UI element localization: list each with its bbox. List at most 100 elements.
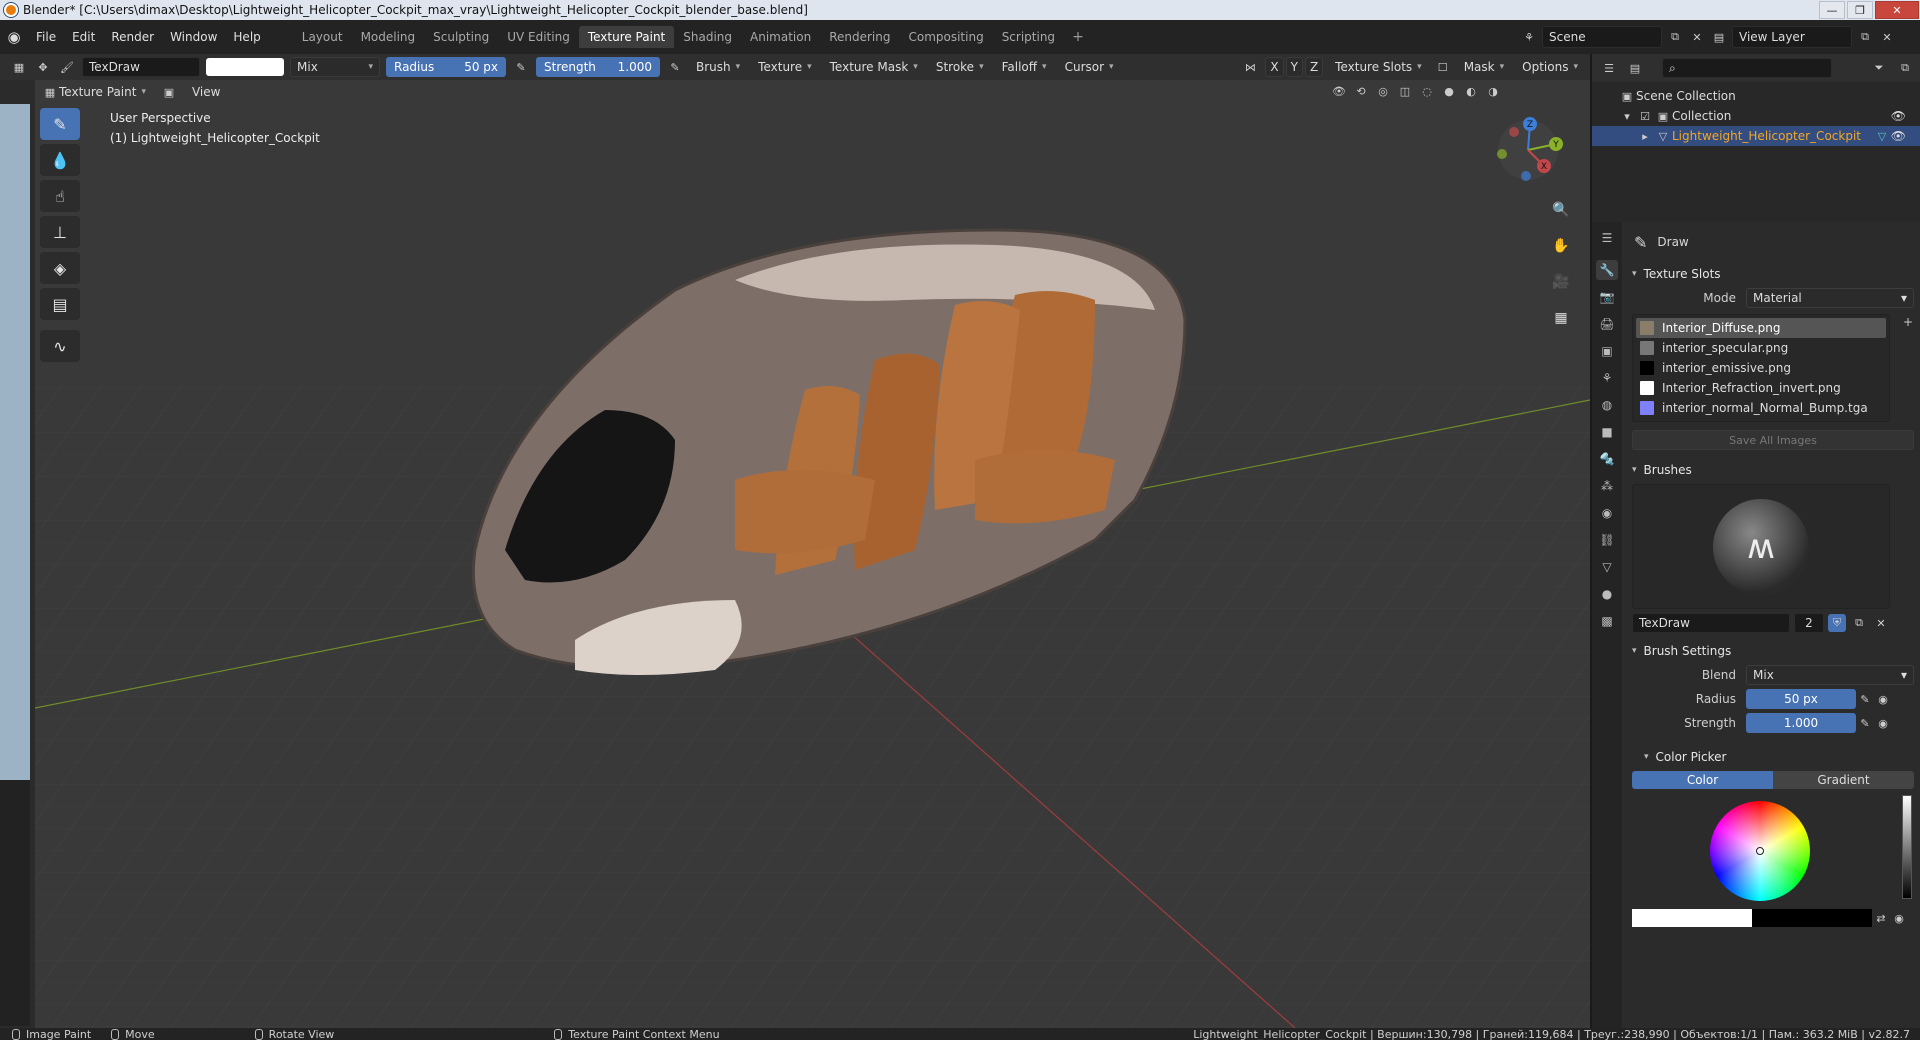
mode-dropdown[interactable]: ▦ Texture Paint ▾ — [35, 82, 152, 102]
camera-view-icon[interactable]: 🎥 — [1547, 268, 1575, 296]
checkbox-icon[interactable]: ☑ — [1636, 107, 1654, 125]
visibility-icon[interactable]: 👁 — [1330, 82, 1348, 100]
blend-dropdown[interactable]: Mix ▾ — [290, 57, 380, 77]
delete-scene-icon[interactable]: ✕ — [1688, 28, 1706, 46]
soften-tool[interactable]: 💧 — [40, 144, 80, 176]
eye-icon[interactable]: 👁 — [1891, 109, 1906, 123]
color-picker-header[interactable]: ▾ Color Picker — [1626, 745, 1920, 769]
texture-slot-item[interactable]: interior_normal_Normal_Bump.tga — [1636, 398, 1886, 418]
texture-slot-item[interactable]: interior_specular.png — [1636, 338, 1886, 358]
gizmo-toggle-icon[interactable]: ⟲ — [1352, 82, 1370, 100]
wireframe-shading-icon[interactable]: ◌ — [1418, 82, 1436, 100]
strength-pressure-icon[interactable]: ✎ — [666, 58, 684, 76]
new-view-layer-icon[interactable]: ⧉ — [1856, 28, 1874, 46]
3d-viewport[interactable] — [35, 80, 1590, 1028]
texture-slot-item[interactable]: Interior_Diffuse.png — [1636, 318, 1886, 338]
delete-view-layer-icon[interactable]: ✕ — [1878, 28, 1896, 46]
axis-z-toggle[interactable]: Z — [1304, 57, 1324, 77]
tab-uv-editing[interactable]: UV Editing — [498, 26, 579, 48]
tab-modeling[interactable]: Modeling — [352, 26, 425, 48]
tab-sculpting[interactable]: Sculpting — [424, 26, 498, 48]
draw-tool[interactable]: ✎ — [40, 108, 80, 140]
constraints-tab-icon[interactable]: ⛓ — [1596, 530, 1618, 550]
scene-icon[interactable]: ⚘ — [1520, 28, 1538, 46]
rendered-shading-icon[interactable]: ◑ — [1484, 82, 1502, 100]
fake-user-shield-icon[interactable]: ⛨ — [1828, 614, 1846, 632]
fill-tool[interactable]: ◈ — [40, 252, 80, 284]
brushes-header[interactable]: ▾ Brushes — [1626, 458, 1920, 482]
object-tab-icon[interactable]: ■ — [1596, 422, 1618, 442]
overlay-toggle-icon[interactable]: ◎ — [1374, 82, 1392, 100]
view-layer-field[interactable]: View Layer — [1732, 26, 1852, 48]
primary-color-swatch[interactable] — [1632, 909, 1752, 927]
duplicate-brush-icon[interactable]: ⧉ — [1850, 614, 1868, 632]
gizmo-neg-y-icon[interactable] — [1497, 149, 1507, 159]
options-menu[interactable]: Options ▾ — [1516, 57, 1584, 77]
scene-tab-icon[interactable]: ⚘ — [1596, 368, 1618, 388]
falloff-menu[interactable]: Falloff ▾ — [996, 57, 1053, 77]
material-tab-icon[interactable]: ● — [1596, 584, 1618, 604]
tab-texture-paint[interactable]: Texture Paint — [578, 26, 675, 48]
menu-help[interactable]: Help — [225, 30, 268, 44]
output-tab-icon[interactable]: 🖨 — [1596, 314, 1618, 334]
strength-slider[interactable]: 1.000 — [1746, 713, 1856, 733]
new-scene-icon[interactable]: ⧉ — [1666, 28, 1684, 46]
tab-rendering[interactable]: Rendering — [820, 26, 899, 48]
brush-preview[interactable]: ʍ — [1632, 484, 1890, 609]
brush-menu[interactable]: Brush ▾ — [690, 57, 746, 77]
brush-users-count[interactable]: 2 — [1794, 613, 1824, 633]
clone-tool[interactable]: ⊥ — [40, 216, 80, 248]
tab-shading[interactable]: Shading — [674, 26, 741, 48]
scene-field[interactable]: Scene — [1542, 26, 1662, 48]
navigation-gizmo[interactable]: Z Y X — [1488, 110, 1568, 190]
outliner-scene-collection[interactable]: ▣ Scene Collection — [1592, 86, 1920, 106]
strength-slider[interactable]: Strength 1.000 — [536, 57, 660, 77]
view-layer-icon[interactable]: ▤ — [1710, 28, 1728, 46]
mesh-data-tab-icon[interactable]: ▽ — [1596, 557, 1618, 577]
unlink-brush-icon[interactable]: ✕ — [1872, 614, 1890, 632]
material-shading-icon[interactable]: ◐ — [1462, 82, 1480, 100]
pressure-icon[interactable]: ✎ — [1856, 714, 1874, 732]
properties-editor-type-icon[interactable]: ☰ — [1596, 228, 1618, 248]
view-layer-tab-icon[interactable]: ▣ — [1596, 341, 1618, 361]
color-wheel[interactable] — [1710, 801, 1810, 901]
menu-render[interactable]: Render — [103, 30, 162, 44]
world-tab-icon[interactable]: ◍ — [1596, 395, 1618, 415]
gizmo-neg-z-icon[interactable] — [1521, 171, 1531, 181]
paint-mask-icon[interactable]: ▣ — [160, 83, 178, 101]
radius-pressure-icon[interactable]: ✎ — [512, 58, 530, 76]
menu-edit[interactable]: Edit — [64, 30, 103, 44]
tab-scripting[interactable]: Scripting — [993, 26, 1064, 48]
eye-icon[interactable]: 👁 — [1891, 129, 1906, 143]
texture-slots-menu[interactable]: Texture Slots ▾ — [1329, 57, 1428, 77]
gizmo-neg-x-icon[interactable] — [1509, 127, 1519, 137]
mode-dropdown[interactable]: Material ▾ — [1746, 288, 1914, 308]
new-collection-icon[interactable]: ⧉ — [1896, 59, 1914, 77]
filter-icon[interactable]: ⏷ — [1870, 59, 1888, 77]
pan-hand-icon[interactable]: ✋ — [1547, 232, 1575, 260]
close-button[interactable]: ✕ — [1875, 1, 1919, 19]
cursor-menu[interactable]: Cursor ▾ — [1059, 57, 1120, 77]
zoom-icon[interactable]: 🔍 — [1547, 196, 1575, 224]
value-slider[interactable] — [1902, 795, 1912, 899]
add-slot-icon[interactable]: + — [1903, 315, 1913, 329]
symmetry-icon[interactable]: ⋈ — [1241, 58, 1259, 76]
save-all-images-button[interactable]: Save All Images — [1632, 430, 1914, 450]
tab-compositing[interactable]: Compositing — [899, 26, 992, 48]
solid-shading-icon[interactable]: ● — [1440, 82, 1458, 100]
pressure-icon[interactable]: ✎ — [1856, 690, 1874, 708]
maximize-button[interactable]: ❐ — [1847, 1, 1873, 19]
physics-tab-icon[interactable]: ◉ — [1596, 503, 1618, 523]
menu-window[interactable]: Window — [162, 30, 225, 44]
render-tab-icon[interactable]: 📷 — [1596, 287, 1618, 307]
brush-name-field[interactable]: TexDraw — [1632, 613, 1790, 633]
view-menu[interactable]: View — [186, 82, 226, 102]
texture-tab-icon[interactable]: ▩ — [1596, 611, 1618, 631]
stroke-menu[interactable]: Stroke ▾ — [930, 57, 990, 77]
modifiers-tab-icon[interactable]: 🔩 — [1596, 449, 1618, 469]
radius-slider[interactable]: Radius 50 px — [386, 57, 506, 77]
minimize-button[interactable]: — — [1819, 1, 1845, 19]
mask-menu[interactable]: Mask ▾ — [1458, 57, 1510, 77]
tool-settings-icon[interactable]: ✥ — [34, 58, 52, 76]
tool-tab-icon[interactable]: 🔧 — [1596, 260, 1618, 280]
